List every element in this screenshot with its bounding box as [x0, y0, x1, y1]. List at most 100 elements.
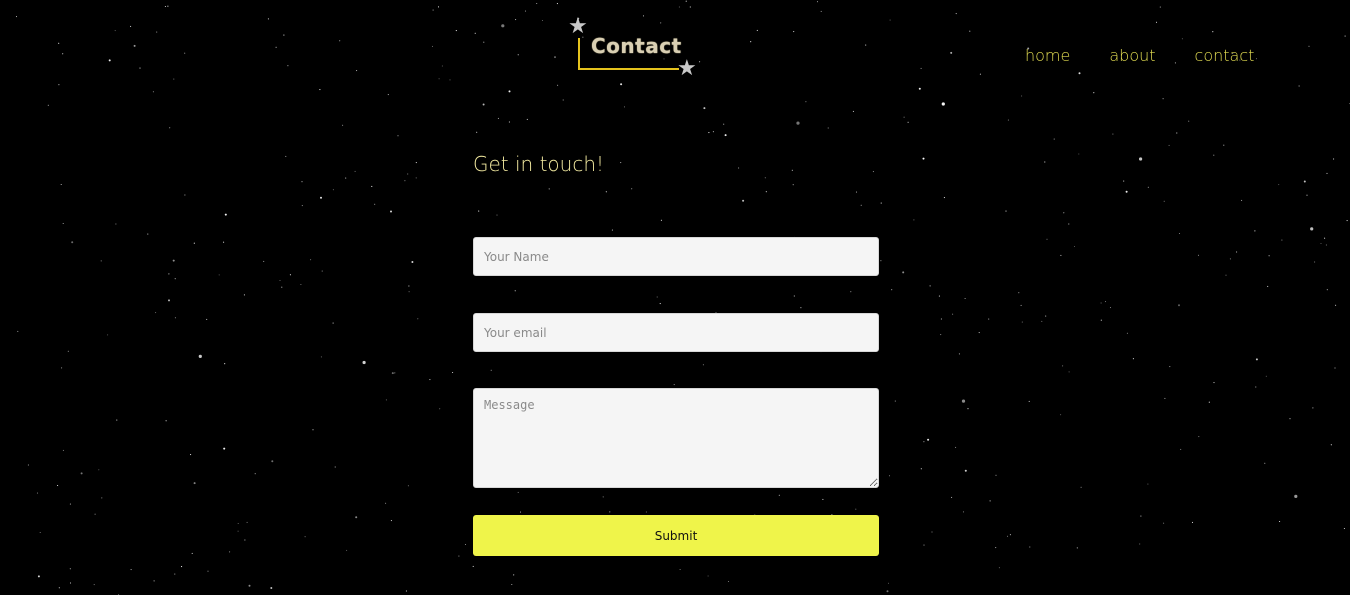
star-dot	[1041, 320, 1043, 322]
star-dot	[764, 177, 766, 179]
submit-button[interactable]: Submit	[473, 515, 879, 556]
star-dot	[223, 447, 226, 450]
star-dot	[407, 485, 409, 487]
star-dot	[931, 531, 933, 533]
star-dot	[62, 449, 64, 451]
star-dot	[880, 260, 882, 262]
star-dot	[1139, 543, 1141, 545]
star-dot	[397, 135, 399, 137]
star-dot	[1294, 494, 1298, 498]
star-dot	[472, 565, 474, 567]
star-dot	[439, 408, 441, 410]
star-dot	[891, 289, 893, 291]
star-dot	[237, 522, 239, 525]
star-dot	[237, 530, 239, 532]
star-dot	[107, 334, 109, 336]
star-dot	[955, 446, 957, 448]
site-logo[interactable]: ★ Contact ★	[566, 16, 702, 82]
star-dot	[1155, 21, 1158, 23]
star-dot	[1181, 38, 1183, 40]
name-input[interactable]	[473, 237, 879, 276]
star-dot	[923, 544, 925, 546]
star-dot	[321, 270, 323, 272]
star-dot	[61, 367, 63, 369]
star-dot	[1343, 527, 1345, 530]
star-dot	[1281, 239, 1283, 241]
star-dot	[894, 400, 896, 402]
star-dot	[1068, 223, 1070, 225]
star-dot	[287, 65, 289, 67]
star-dot	[689, 6, 691, 8]
star-dot	[319, 89, 321, 91]
star-dot	[93, 584, 95, 586]
star-dot	[923, 441, 925, 443]
star-dot	[345, 177, 347, 179]
star-dot	[1333, 158, 1335, 160]
star-dot	[513, 574, 515, 576]
star-dot	[69, 568, 71, 570]
star-dot	[1112, 133, 1114, 135]
star-dot	[1306, 194, 1308, 196]
star-dot	[1188, 120, 1190, 122]
star-dot	[1147, 186, 1149, 188]
star-dot	[1197, 254, 1200, 256]
star-dot	[765, 191, 767, 193]
star-dot	[557, 84, 559, 86]
star-dot	[796, 121, 800, 125]
star-dot	[147, 233, 149, 235]
star-dot	[1018, 292, 1020, 294]
star-dot	[1006, 535, 1009, 537]
star-dot	[36, 492, 39, 494]
star-dot	[1255, 386, 1257, 388]
star-dot	[483, 41, 485, 43]
star-dot	[702, 364, 704, 366]
star-dot	[1123, 180, 1125, 182]
star-dot	[1265, 375, 1267, 377]
star-dot	[58, 84, 60, 86]
star-dot	[958, 353, 960, 355]
star-dot	[482, 103, 485, 106]
message-textarea[interactable]	[473, 388, 879, 488]
star-dot	[679, 568, 681, 571]
star-dot	[152, 91, 154, 93]
star-dot	[168, 299, 170, 302]
star-dot	[1229, 258, 1231, 260]
star-dot	[429, 379, 431, 381]
star-dot	[1093, 92, 1095, 94]
nav-about-link[interactable]: about	[1109, 46, 1155, 65]
star-dot	[727, 580, 730, 583]
star-dot	[168, 273, 170, 275]
star-dot	[1163, 200, 1165, 202]
star-dot	[1053, 138, 1055, 140]
star-dot	[1298, 85, 1300, 87]
star-dot	[703, 107, 706, 110]
nav-contact-link[interactable]: contact	[1195, 46, 1255, 65]
star-dot	[193, 242, 195, 244]
star-dot	[244, 539, 246, 541]
star-dot	[156, 31, 158, 33]
star-dot	[1044, 161, 1046, 163]
star-dot	[98, 469, 100, 471]
star-dot	[778, 494, 780, 496]
star-dot	[611, 229, 613, 231]
nav-home-link[interactable]: home	[1025, 46, 1070, 65]
star-dot	[1308, 45, 1310, 47]
email-input[interactable]	[473, 313, 879, 352]
star-dot	[1168, 144, 1170, 146]
star-dot	[1312, 407, 1314, 409]
star-dot	[47, 104, 49, 106]
star-dot	[271, 460, 274, 463]
star-dot	[724, 134, 727, 137]
star-dot	[289, 274, 291, 276]
star-dot	[738, 167, 740, 169]
star-dot	[501, 24, 505, 28]
star-dot	[1335, 304, 1337, 306]
star-dot	[394, 372, 396, 374]
star-dot	[275, 46, 277, 48]
star-dot	[281, 286, 283, 288]
star-dot	[1140, 515, 1142, 517]
star-dot	[1046, 238, 1048, 240]
star-dot	[1208, 401, 1210, 403]
star-dot	[920, 67, 922, 69]
star-dot	[1080, 486, 1082, 488]
